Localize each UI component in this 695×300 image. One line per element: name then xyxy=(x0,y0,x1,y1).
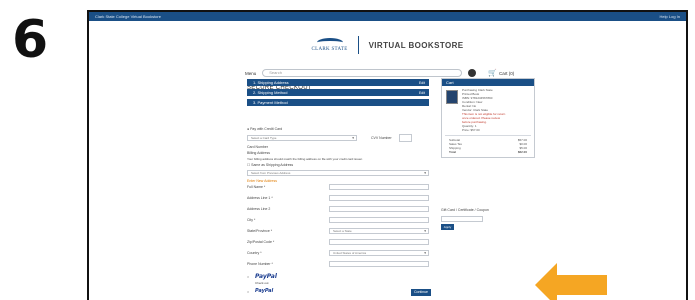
logo-text: CLARK STATE xyxy=(311,47,348,52)
address-line2-label: Address Line 2 xyxy=(247,207,271,211)
city-field[interactable] xyxy=(329,217,429,223)
zip-field[interactable] xyxy=(329,239,429,245)
cart-summary: Cart Purchasing Clark State Printed Book… xyxy=(441,78,535,158)
full-name-field[interactable] xyxy=(329,184,429,190)
chevron-down-icon: ▾ xyxy=(352,136,354,140)
card-type-select[interactable]: Select a Card Type ▾ xyxy=(247,135,357,141)
chevron-down-icon: ▾ xyxy=(424,229,426,233)
arrow-shape xyxy=(535,263,607,300)
chevron-down-icon: ▾ xyxy=(424,251,426,255)
edit-link[interactable]: Edit xyxy=(419,80,425,87)
card-number-label: Card Number xyxy=(247,145,269,149)
cart-totals: Subtotal $57.00 Sales Tax $0.00 Shipping $5… xyxy=(445,135,531,157)
same-as-shipping-checkbox[interactable]: ☐ Same as Shipping Address xyxy=(247,163,293,167)
cart-icon: 🛒 xyxy=(488,70,497,77)
cvv-input[interactable] xyxy=(399,134,412,142)
brand-divider xyxy=(357,36,359,54)
address-line1-label: Address Line 1 * xyxy=(247,196,273,200)
search-row: Menu Search 🛒 Cart (0) xyxy=(245,68,686,78)
book-thumbnail xyxy=(446,90,458,104)
accordion-payment-method[interactable]: 3. Payment Method xyxy=(247,99,429,106)
step-number: 6 xyxy=(12,10,49,70)
top-bar: Clark State College Virtual Bookstore He… xyxy=(89,12,686,21)
paypal-icon[interactable]: PayPal xyxy=(255,273,277,280)
totals-row-total: Total $62.00 xyxy=(449,150,527,154)
accordion-label: 2. Shipping Method xyxy=(253,90,288,95)
gift-card-label: Gift Card / Certificate / Coupon xyxy=(441,208,489,212)
apply-button[interactable]: Apply xyxy=(441,224,454,230)
country-select[interactable]: United States of America ▾ xyxy=(329,250,429,256)
accordion-shipping-method[interactable]: 2. Shipping Method Edit xyxy=(247,89,429,96)
address-line1-field[interactable] xyxy=(329,195,429,201)
zip-label: Zip/Postal Code * xyxy=(247,240,275,244)
top-bar-title: Clark State College Virtual Bookstore xyxy=(95,14,161,19)
clark-state-logo[interactable]: CLARK STATE xyxy=(311,38,347,52)
full-name-label: Full Name * xyxy=(247,185,266,189)
brand-header: CLARK STATE VIRTUAL BOOKSTORE xyxy=(89,34,686,56)
top-bar-links[interactable]: Help Log In xyxy=(660,14,680,19)
store-title: VIRTUAL BOOKSTORE xyxy=(368,40,464,50)
accordion-label: 3. Payment Method xyxy=(253,100,288,105)
cart-label: Cart (0) xyxy=(498,71,515,76)
cart-link[interactable]: 🛒 Cart (0) xyxy=(488,69,514,77)
paypal-sub-label: Check out xyxy=(255,281,269,285)
search-go-icon[interactable] xyxy=(468,69,477,77)
paypal-radio[interactable]: ○ xyxy=(247,275,249,279)
menu-button[interactable]: Menu xyxy=(245,71,256,76)
state-label: State/Province * xyxy=(247,229,273,233)
state-select[interactable]: Select a State ▾ xyxy=(329,228,429,234)
callout-arrow-icon xyxy=(535,263,607,300)
accordion-label: 1. Shipping Address xyxy=(253,80,289,85)
paypal-credit-icon[interactable]: PayPal xyxy=(255,288,273,294)
previous-address-select[interactable]: Select from Previous Address ▾ xyxy=(247,170,429,176)
cvv-label: CVV Number xyxy=(371,136,392,140)
billing-note: Your billing address should match the bi… xyxy=(247,157,363,161)
tutorial-frame: 6 Clark State College Virtual Bookstore … xyxy=(0,0,695,300)
paypal-credit-radio[interactable]: ○ xyxy=(247,290,249,294)
cart-summary-title: Cart xyxy=(442,79,534,86)
search-input[interactable]: Search xyxy=(262,69,463,77)
phone-label: Phone Number * xyxy=(247,262,273,266)
address-line2-field[interactable] xyxy=(329,206,429,212)
logo-arc-icon xyxy=(316,38,343,47)
phone-field[interactable] xyxy=(329,261,429,267)
billing-address-label: Billing Address xyxy=(247,151,270,155)
gift-card-input[interactable] xyxy=(441,216,483,222)
continue-button[interactable]: Continue xyxy=(411,289,431,296)
chevron-down-icon: ▾ xyxy=(424,171,426,175)
credit-card-radio[interactable]: ● Pay with Credit Card xyxy=(247,127,282,131)
country-label: Country * xyxy=(247,251,262,255)
accordion-shipping-address[interactable]: 1. Shipping Address Edit xyxy=(247,79,429,86)
bookstore-screenshot: Clark State College Virtual Bookstore He… xyxy=(87,10,688,300)
edit-link[interactable]: Edit xyxy=(419,90,425,97)
new-address-label: Enter New Address xyxy=(247,179,277,183)
item-line: Price: $57.00 xyxy=(462,128,480,132)
city-label: City * xyxy=(247,218,256,222)
